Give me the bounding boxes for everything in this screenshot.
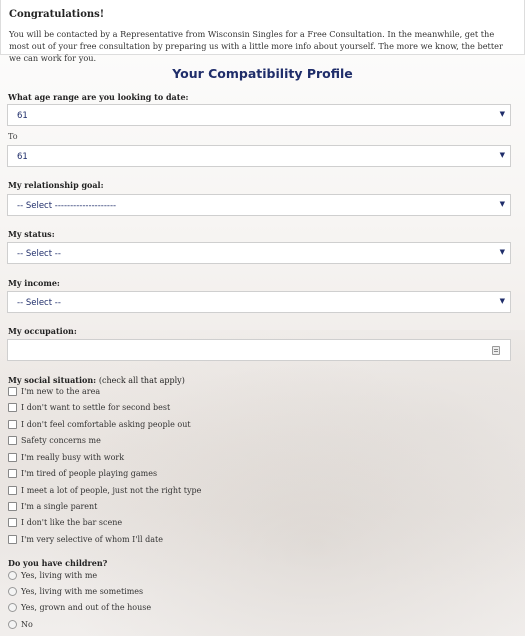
checkbox[interactable] [8,420,17,429]
confirmation-box: Congratulations! You will be contacted b… [0,0,525,63]
checkbox[interactable] [8,502,17,511]
dropdown-arrow-icon: ▼ [499,110,505,118]
checkbox[interactable] [8,486,17,495]
status-select[interactable]: -- Select -- ▼ [7,242,511,264]
dropdown-arrow-icon: ▼ [499,297,505,305]
profile-title: Your Compatibility Profile [172,66,353,81]
radio-button[interactable] [8,620,17,629]
occupation-input[interactable] [7,339,511,361]
income-value: -- Select -- [17,298,61,308]
social-situation-label-text: My social situation: [8,375,97,385]
checkbox-label: I'm very selective of whom I'll date [21,535,163,544]
checkbox[interactable] [8,453,17,462]
status-value: -- Select -- [17,249,61,259]
social-situation-hint: (check all that apply) [98,376,185,385]
dropdown-arrow-icon: ▼ [499,151,505,159]
social-situation-label: My social situation: (check all that app… [8,375,185,385]
radio-label: No [21,620,33,629]
age-from-select[interactable]: 61 ▼ [7,104,511,126]
age-to-value: 61 [17,152,28,162]
checkbox-label: I don't like the bar scene [21,518,123,527]
relationship-goal-label: My relationship goal: [8,180,104,190]
form-field-icon [492,346,500,355]
age-range-label: What age range are you looking to date: [8,92,189,102]
dropdown-arrow-icon: ▼ [499,200,505,208]
children-label: Do you have children? [8,558,108,568]
checkbox-label: I don't want to settle for second best [21,403,171,412]
confirmation-message: You will be contacted by a Representativ… [9,29,503,63]
dropdown-arrow-icon: ▼ [499,248,505,256]
radio-label: Yes, living with me sometimes [21,587,144,596]
radio-button[interactable] [8,603,17,612]
checkbox-label: Safety concerns me [21,436,101,445]
checkbox[interactable] [8,387,17,396]
age-from-value: 61 [17,111,28,121]
radio-label: Yes, living with me [21,571,98,580]
checkbox[interactable] [8,436,17,445]
checkbox-label: I'm a single parent [21,502,98,511]
relationship-goal-select[interactable]: -- Select -------------------- ▼ [7,194,511,216]
income-label: My income: [8,278,60,288]
radio-button[interactable] [8,571,17,580]
checkbox-label: I meet a lot of people, just not the rig… [21,486,202,495]
checkbox-label: I'm new to the area [21,387,101,396]
radio-button[interactable] [8,587,17,596]
occupation-label: My occupation: [8,326,77,336]
checkbox[interactable] [8,469,17,478]
congratulations-heading: Congratulations! [9,9,105,20]
checkbox[interactable] [8,518,17,527]
checkbox-label: I'm really busy with work [21,453,125,462]
status-label: My status: [8,229,55,239]
income-select[interactable]: -- Select -- ▼ [7,291,511,313]
checkbox[interactable] [8,535,17,544]
relationship-goal-value: -- Select -------------------- [17,201,117,211]
age-to-select[interactable]: 61 ▼ [7,145,511,167]
checkbox-label: I don't feel comfortable asking people o… [21,420,191,429]
age-to-label: To [8,132,18,141]
checkbox[interactable] [8,403,17,412]
radio-label: Yes, grown and out of the house [21,603,152,612]
checkbox-label: I'm tired of people playing games [21,469,158,478]
